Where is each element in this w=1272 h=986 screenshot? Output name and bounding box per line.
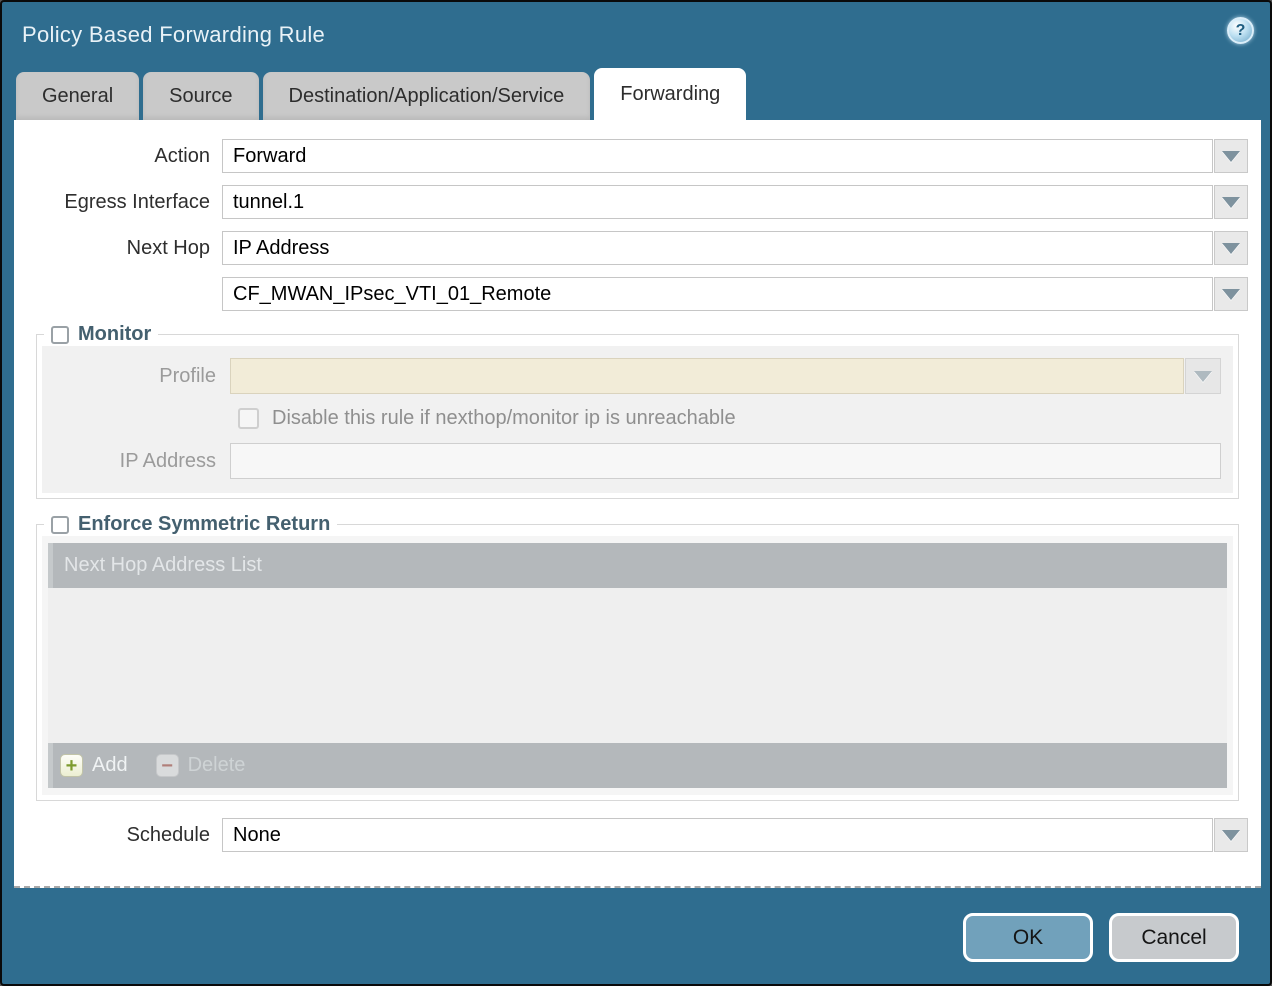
- chevron-down-icon: [1222, 151, 1240, 162]
- next-hop-address-dropdown-button[interactable]: [1214, 277, 1248, 311]
- action-label: Action: [14, 145, 222, 168]
- chevron-down-icon: [1222, 289, 1240, 300]
- egress-interface-row: Egress Interface: [14, 185, 1261, 219]
- profile-row: Profile: [42, 358, 1233, 394]
- next-hop-address-input[interactable]: [222, 277, 1213, 311]
- next-hop-label: Next Hop: [14, 237, 222, 260]
- enforce-symmetric-return-legend-label: Enforce Symmetric Return: [78, 513, 330, 536]
- monitor-checkbox[interactable]: [51, 326, 69, 344]
- delete-button: − Delete: [156, 754, 246, 777]
- disable-rule-checkbox: [238, 408, 259, 429]
- tab-forwarding[interactable]: Forwarding: [594, 68, 746, 120]
- cancel-button[interactable]: Cancel: [1109, 913, 1239, 962]
- monitor-ip-address-input: [230, 443, 1221, 479]
- delete-button-label: Delete: [188, 754, 246, 777]
- next-hop-address-list-body: [48, 588, 1227, 743]
- next-hop-address-combo: [222, 277, 1248, 311]
- add-button-label: Add: [92, 754, 128, 777]
- profile-label: Profile: [42, 365, 230, 388]
- tab-destination-application-service[interactable]: Destination/Application/Service: [263, 72, 591, 120]
- schedule-label: Schedule: [14, 824, 222, 847]
- next-hop-address-row: [14, 277, 1261, 311]
- profile-dropdown-button: [1185, 358, 1221, 394]
- next-hop-type-input[interactable]: [222, 231, 1213, 265]
- action-row: Action: [14, 139, 1261, 173]
- egress-interface-input[interactable]: [222, 185, 1213, 219]
- monitor-legend-label: Monitor: [78, 323, 151, 346]
- schedule-row: Schedule: [14, 818, 1261, 852]
- monitor-body: Profile Disable this rule if nexthop/mon…: [42, 346, 1233, 493]
- schedule-combo: [222, 818, 1248, 852]
- dialog-title: Policy Based Forwarding Rule: [22, 22, 325, 48]
- title-bar: Policy Based Forwarding Rule ?: [2, 2, 1270, 68]
- minus-icon: −: [156, 754, 179, 777]
- monitor-fieldset: Monitor Profile Disable this rule if nex…: [36, 323, 1239, 499]
- next-hop-combo: [222, 231, 1248, 265]
- next-hop-dropdown-button[interactable]: [1214, 231, 1248, 265]
- help-icon[interactable]: ?: [1227, 17, 1254, 44]
- plus-icon: +: [60, 754, 83, 777]
- chevron-down-icon: [1222, 830, 1240, 841]
- chevron-down-icon: [1194, 371, 1212, 382]
- schedule-dropdown-button[interactable]: [1214, 818, 1248, 852]
- schedule-input[interactable]: [222, 818, 1213, 852]
- action-combo: [222, 139, 1248, 173]
- monitor-ip-address-label: IP Address: [42, 450, 230, 473]
- dialog-footer: OK Cancel: [2, 888, 1270, 962]
- next-hop-address-list-container: Next Hop Address List + Add − Delete: [42, 536, 1233, 795]
- egress-interface-label: Egress Interface: [14, 191, 222, 214]
- chevron-down-icon: [1222, 197, 1240, 208]
- tab-source[interactable]: Source: [143, 72, 258, 120]
- monitor-ip-address-row: IP Address: [42, 443, 1233, 479]
- ok-button[interactable]: OK: [963, 913, 1093, 962]
- next-hop-row: Next Hop: [14, 231, 1261, 265]
- profile-combo: [230, 358, 1221, 394]
- tab-general[interactable]: General: [16, 72, 139, 120]
- action-dropdown-button[interactable]: [1214, 139, 1248, 173]
- enforce-symmetric-return-legend: Enforce Symmetric Return: [44, 513, 337, 536]
- enforce-symmetric-return-checkbox[interactable]: [51, 516, 69, 534]
- tab-bar: General Source Destination/Application/S…: [2, 68, 1270, 120]
- disable-rule-label: Disable this rule if nexthop/monitor ip …: [272, 407, 736, 430]
- next-hop-address-list-header: Next Hop Address List: [48, 543, 1227, 588]
- profile-input: [230, 358, 1184, 394]
- disable-rule-row: Disable this rule if nexthop/monitor ip …: [238, 407, 1233, 430]
- chevron-down-icon: [1222, 243, 1240, 254]
- egress-interface-combo: [222, 185, 1248, 219]
- monitor-legend: Monitor: [44, 323, 158, 346]
- action-input[interactable]: [222, 139, 1213, 173]
- add-button[interactable]: + Add: [60, 754, 128, 777]
- forwarding-tab-panel: Action Egress Interface Next Hop: [14, 120, 1261, 888]
- enforce-symmetric-return-fieldset: Enforce Symmetric Return Next Hop Addres…: [36, 513, 1239, 801]
- egress-interface-dropdown-button[interactable]: [1214, 185, 1248, 219]
- next-hop-address-list-toolbar: + Add − Delete: [48, 743, 1227, 788]
- policy-based-forwarding-dialog: Policy Based Forwarding Rule ? General S…: [0, 0, 1272, 986]
